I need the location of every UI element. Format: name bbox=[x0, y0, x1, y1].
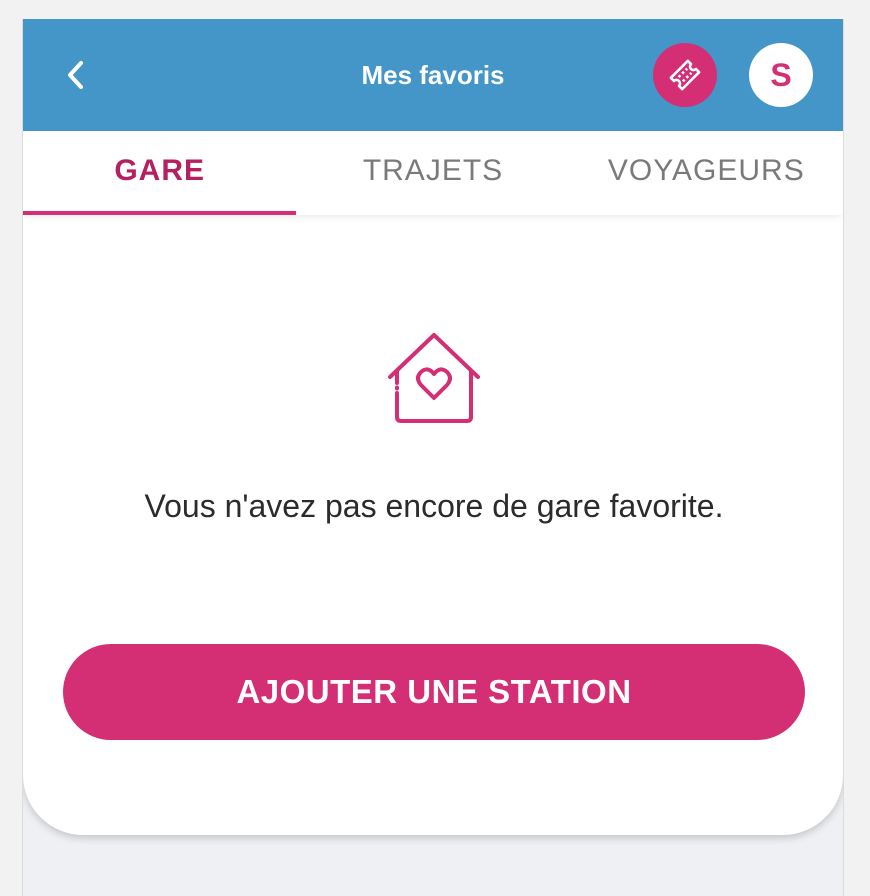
ticket-icon bbox=[669, 59, 701, 91]
header-bar: Mes favoris S bbox=[23, 19, 843, 131]
tab-trajets[interactable]: TRAJETS bbox=[296, 131, 569, 215]
tab-bar: GARE TRAJETS VOYAGEURS bbox=[23, 131, 843, 215]
ticket-button[interactable] bbox=[653, 43, 717, 107]
app-screen: Mes favoris S GARE TRAJETS VOYAGEURS Vou… bbox=[22, 19, 844, 896]
back-button[interactable] bbox=[59, 55, 93, 95]
tab-voyageurs[interactable]: VOYAGEURS bbox=[570, 131, 843, 215]
add-station-button[interactable]: AJOUTER UNE STATION bbox=[63, 644, 805, 740]
empty-state: Vous n'avez pas encore de gare favorite.… bbox=[23, 215, 843, 835]
empty-message: Vous n'avez pas encore de gare favorite. bbox=[144, 488, 724, 524]
page-title: Mes favoris bbox=[361, 60, 505, 90]
content-card: Mes favoris S GARE TRAJETS VOYAGEURS Vou… bbox=[23, 19, 843, 835]
tab-gare[interactable]: GARE bbox=[23, 131, 297, 215]
avatar[interactable]: S bbox=[749, 43, 813, 107]
chevron-left-icon bbox=[68, 61, 83, 89]
house-heart-icon bbox=[388, 333, 480, 423]
